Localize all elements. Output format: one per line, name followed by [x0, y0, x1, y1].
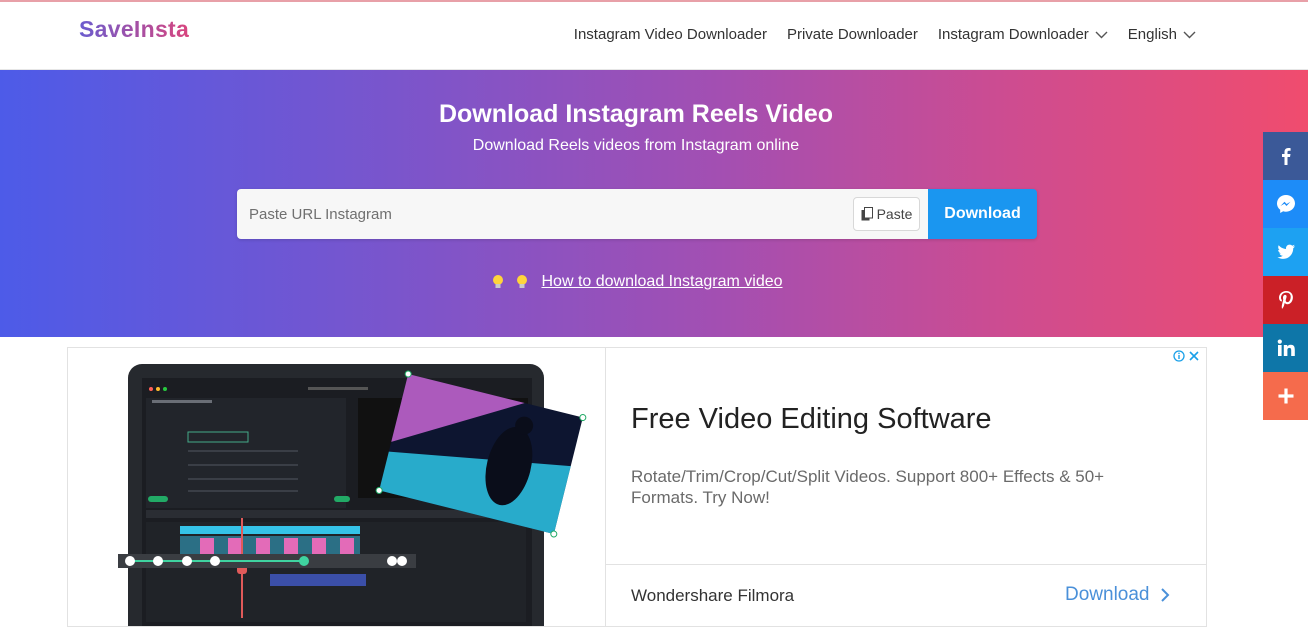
social-share-bar — [1263, 132, 1308, 420]
url-search-form: Paste Download — [237, 189, 1037, 239]
ad-choices[interactable] — [1173, 350, 1200, 362]
messenger-icon — [1276, 195, 1295, 213]
ad-download-button[interactable]: Download — [1065, 584, 1170, 606]
laptop-editor-illustration — [118, 364, 587, 626]
lightbulb-icon — [493, 275, 504, 288]
share-twitter[interactable] — [1263, 228, 1308, 276]
language-selector[interactable]: English — [1128, 26, 1196, 43]
info-icon — [1173, 350, 1185, 362]
linkedin-icon — [1277, 339, 1295, 356]
ad-title[interactable]: Free Video Editing Software — [631, 403, 992, 436]
ad-cta-label: Download — [1065, 584, 1150, 605]
howto-row: How to download Instagram video — [0, 273, 1272, 291]
download-button[interactable]: Download — [928, 189, 1037, 239]
nav-label: Private Downloader — [786, 26, 918, 43]
main-nav: Instagram Video Downloader Private Downl… — [574, 26, 1196, 43]
page-title: Download Instagram Reels Video — [438, 100, 834, 128]
share-more[interactable] — [1263, 372, 1308, 420]
search-box: Paste — [237, 189, 928, 239]
ad-brand: Wondershare Filmora — [631, 586, 795, 605]
paste-label: Paste — [876, 206, 913, 222]
share-pinterest[interactable] — [1263, 276, 1308, 324]
url-input[interactable] — [237, 189, 928, 239]
ad-description: Rotate/Trim/Crop/Cut/Split Videos. Suppo… — [631, 467, 1105, 507]
site-logo[interactable]: SaveInsta — [79, 16, 189, 43]
ad-divider — [605, 564, 1206, 565]
nav-instagram-video-downloader[interactable]: Instagram Video Downloader — [574, 26, 767, 43]
ad-divider-vertical — [605, 348, 606, 626]
site-header: SaveInsta Instagram Video Downloader Pri… — [0, 2, 1308, 70]
close-icon — [1189, 351, 1199, 361]
twitter-icon — [1276, 244, 1295, 259]
chevron-down-icon — [1095, 31, 1108, 38]
lightbulb-icon — [517, 275, 528, 288]
nav-label: Instagram Video Downloader — [573, 26, 767, 43]
share-linkedin[interactable] — [1263, 324, 1308, 372]
share-messenger[interactable] — [1263, 180, 1308, 228]
chevron-down-icon — [1183, 31, 1196, 38]
nav-label: English — [1127, 26, 1177, 43]
ad-image[interactable] — [68, 348, 605, 626]
nav-instagram-downloader-dropdown[interactable]: Instagram Downloader — [938, 26, 1108, 43]
facebook-icon — [1281, 148, 1291, 165]
pinterest-icon — [1278, 291, 1293, 309]
share-facebook[interactable] — [1263, 132, 1308, 180]
nav-private-downloader[interactable]: Private Downloader — [787, 26, 918, 43]
clipboard-icon — [861, 207, 873, 221]
page-subtitle: Download Reels videos from Instagram onl… — [472, 137, 800, 154]
more-share-icon — [1278, 388, 1293, 404]
nav-label: Instagram Downloader — [937, 26, 1089, 43]
ad-banner[interactable]: Free Video Editing Software Rotate/Trim/… — [67, 347, 1207, 627]
hero-banner: Download Instagram Reels Video Download … — [0, 70, 1308, 337]
howto-link[interactable]: How to download Instagram video — [541, 273, 782, 291]
chevron-right-icon — [1160, 588, 1169, 602]
paste-button[interactable]: Paste — [853, 197, 920, 231]
